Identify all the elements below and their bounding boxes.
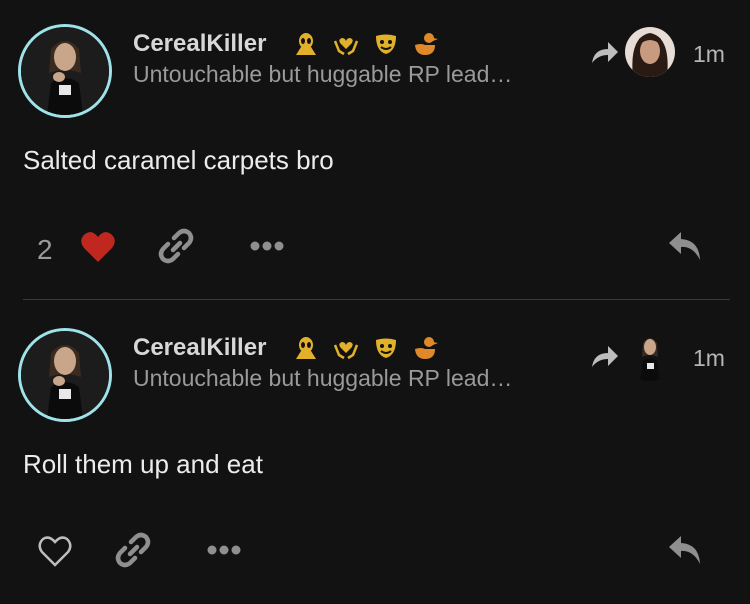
badge-list [293, 31, 439, 57]
reply-to-icon [592, 42, 618, 63]
alien-badge-icon [296, 337, 316, 359]
link-icon[interactable] [158, 228, 194, 264]
avatar-figure-icon [21, 27, 109, 115]
heart-filled-icon[interactable] [80, 230, 116, 264]
like-count: 2 [37, 234, 53, 265]
timestamp: 1m [693, 41, 725, 67]
username[interactable]: CerealKiller [133, 30, 266, 58]
post-actions [0, 530, 750, 574]
avatar-figure-icon [21, 331, 109, 419]
post: CerealKiller Untouchable but huggable RP… [0, 0, 750, 300]
author-avatar[interactable] [18, 328, 112, 422]
user-bio: Untouchable but huggable RP lead… [133, 365, 513, 391]
alien-badge-icon [296, 33, 316, 55]
post-actions: 2 [0, 226, 750, 270]
post: CerealKiller Untouchable but huggable RP… [0, 304, 750, 604]
link-icon[interactable] [115, 532, 151, 568]
timestamp: 1m [693, 345, 725, 371]
more-options-icon[interactable] [249, 240, 285, 252]
replied-user-avatar[interactable] [625, 331, 675, 381]
user-bio: Untouchable but huggable RP lead… [133, 61, 513, 87]
theater-masks-badge-icon [376, 338, 396, 358]
duck-badge-icon [415, 337, 438, 359]
reply-icon[interactable] [667, 230, 703, 262]
reply-icon[interactable] [667, 534, 703, 566]
post-content: Roll them up and eat [23, 449, 263, 479]
post-divider [23, 299, 730, 300]
heart-hands-badge-icon [333, 38, 359, 56]
heart-hands-badge-icon [333, 342, 359, 360]
badge-list [293, 335, 439, 361]
author-avatar[interactable] [18, 24, 112, 118]
replied-user-figure-icon [625, 331, 675, 381]
replied-user-avatar[interactable] [625, 27, 675, 77]
heart-outline-icon[interactable] [37, 534, 73, 568]
replied-user-photo-icon [625, 27, 675, 77]
more-options-icon[interactable] [206, 544, 242, 556]
duck-badge-icon [415, 33, 438, 55]
username[interactable]: CerealKiller [133, 334, 266, 362]
theater-masks-badge-icon [376, 34, 396, 54]
post-content: Salted caramel carpets bro [23, 145, 334, 175]
reply-to-icon [592, 346, 618, 367]
